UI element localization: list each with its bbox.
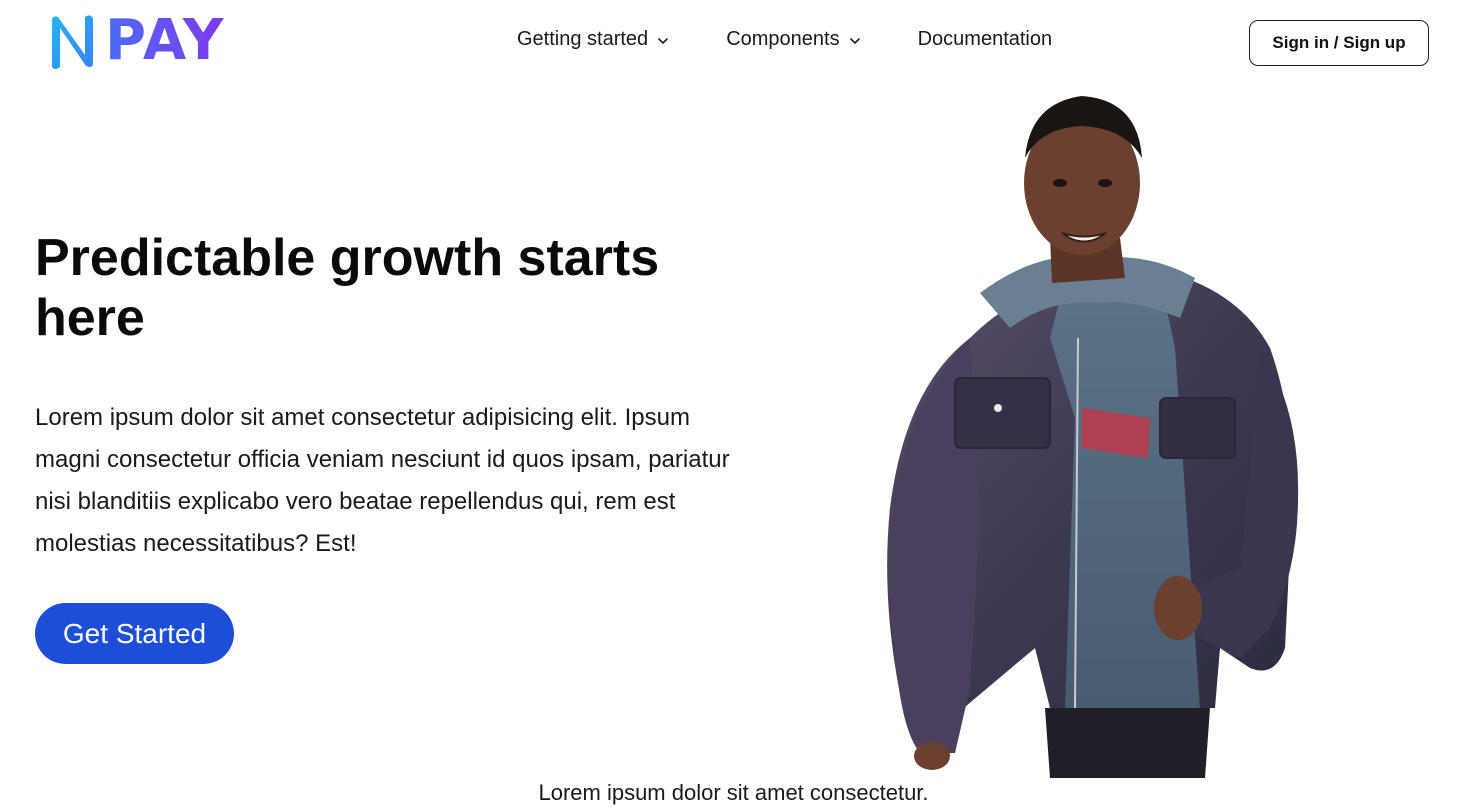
person-photo	[887, 96, 1299, 778]
nav-documentation-label: Documentation	[917, 28, 1053, 50]
chevron-down-icon	[658, 38, 668, 44]
nav-getting-started[interactable]: Getting started	[517, 28, 669, 51]
npay-logo[interactable]: PAY	[47, 10, 225, 72]
nav-components-label: Components	[726, 28, 840, 50]
nav-getting-started-label: Getting started	[517, 28, 649, 50]
nav-components[interactable]: Components	[726, 28, 860, 51]
chevron-down-icon	[849, 38, 860, 44]
nav-documentation[interactable]: Documentation	[918, 28, 1053, 51]
main-nav: Getting started Components Documentation	[517, 28, 1109, 51]
n-logo-mark-icon	[52, 15, 93, 69]
logo-text: PAY	[105, 8, 226, 73]
hero-description: Lorem ipsum dolor sit amet consectetur a…	[35, 404, 730, 557]
footer-tagline: Lorem ipsum dolor sit amet consectetur.	[538, 780, 929, 805]
landing-page: PAY Getting started Components Documenta…	[0, 0, 1467, 810]
sign-in-sign-up-button[interactable]: Sign in / Sign up	[1249, 20, 1429, 66]
get-started-button[interactable]: Get Started	[35, 603, 234, 664]
hero-title: Predictable growth starts here	[35, 229, 660, 347]
